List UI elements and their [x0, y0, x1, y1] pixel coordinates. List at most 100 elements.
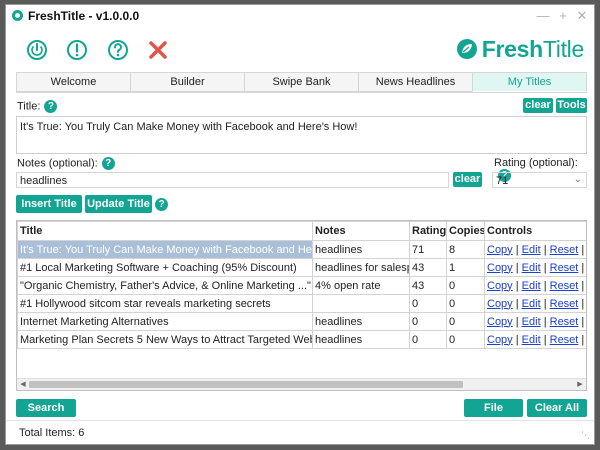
edit-link[interactable]: Edit [522, 298, 541, 310]
table-row[interactable]: It's True: You Truly Can Make Money with… [17, 240, 587, 259]
app-window: FreshTitle - v1.0.0.0 — + ✕ FreshTitle W… [5, 4, 595, 445]
cell-notes: headlines [312, 240, 410, 259]
reset-link[interactable]: Reset [550, 244, 579, 256]
copy-link[interactable]: Copy [487, 334, 513, 346]
controls-separator: | [512, 315, 522, 328]
reset-link[interactable]: Reset [550, 298, 579, 310]
notes-label: Notes (optional): [17, 157, 98, 170]
copy-link[interactable]: Copy [487, 298, 513, 310]
tab-builder[interactable]: Builder [130, 72, 244, 92]
reset-link[interactable]: Reset [550, 316, 579, 328]
cell-controls: Copy | Edit | Reset | Delete [484, 258, 586, 277]
column-header-controls: Controls [484, 221, 586, 241]
title-clear-button[interactable]: clear [523, 98, 553, 113]
table-row[interactable]: #1 Local Marketing Software + Coaching (… [17, 258, 586, 277]
tab-my-titles[interactable]: My Titles [472, 72, 587, 92]
reset-link[interactable]: Reset [550, 280, 579, 292]
cell-copies: 8 [446, 240, 485, 259]
horizontal-scrollbar[interactable]: ◀ ▶ [17, 378, 586, 390]
resize-grip-icon[interactable]: ⋱ [581, 430, 590, 441]
controls-separator: | [578, 333, 587, 346]
copy-link[interactable]: Copy [487, 244, 513, 256]
title-label: Title: [17, 100, 41, 113]
controls-separator: | [512, 297, 522, 310]
cell-rating: 0 [409, 294, 447, 313]
column-header-copies[interactable]: Copies [446, 221, 485, 241]
cell-notes [312, 294, 410, 313]
controls-separator: | [512, 279, 522, 292]
help-icon[interactable] [107, 39, 129, 61]
column-header-rating[interactable]: Rating [409, 221, 447, 241]
table-row[interactable]: Marketing Plan Secrets 5 New Ways to Att… [17, 330, 587, 349]
update-title-button[interactable]: Update Title [85, 195, 152, 213]
search-button[interactable]: Search [16, 399, 76, 417]
brand-name: FreshTitle [481, 35, 585, 62]
scroll-right-icon[interactable]: ▶ [574, 379, 586, 390]
tools-button[interactable]: Tools [556, 98, 587, 113]
total-items-text: Total Items: 6 [19, 427, 85, 439]
edit-link[interactable]: Edit [522, 334, 541, 346]
cell-title: Marketing Plan Secrets 5 New Ways to Att… [17, 330, 313, 349]
cell-notes: 4% open rate [312, 276, 410, 295]
copy-link[interactable]: Copy [487, 280, 513, 292]
copy-link[interactable]: Copy [487, 316, 513, 328]
power-icon[interactable] [26, 39, 48, 61]
cell-copies: 1 [446, 258, 485, 277]
scrollbar-thumb[interactable] [29, 381, 463, 388]
tab-swipe-bank[interactable]: Swipe Bank [244, 72, 358, 92]
cell-rating: 0 [409, 330, 447, 349]
cell-title: #1 Local Marketing Software + Coaching (… [17, 258, 313, 277]
controls-separator: | [540, 333, 550, 346]
controls-separator: | [540, 315, 550, 328]
title-help-icon[interactable]: ? [44, 100, 58, 113]
tab-bar: Welcome Builder Swipe Bank News Headline… [16, 72, 587, 93]
cell-title: It's True: You Truly Can Make Money with… [17, 240, 313, 259]
controls-separator: | [540, 279, 550, 292]
close-window-icon[interactable]: ✕ [575, 8, 589, 24]
cell-copies: 0 [446, 294, 485, 313]
title-bar: FreshTitle - v1.0.0.0 — + ✕ [6, 5, 594, 27]
alert-icon[interactable] [66, 39, 88, 61]
cell-rating: 0 [409, 312, 447, 331]
actions-help-icon[interactable]: ? [155, 198, 168, 211]
edit-link[interactable]: Edit [522, 280, 541, 292]
title-textarea[interactable]: It's True: You Truly Can Make Money with… [16, 116, 587, 154]
cell-controls: Copy | Edit | Reset | Delete [484, 312, 586, 331]
copy-link[interactable]: Copy [487, 262, 513, 274]
controls-separator: | [540, 261, 550, 274]
edit-link[interactable]: Edit [522, 244, 541, 256]
reset-link[interactable]: Reset [550, 262, 579, 274]
notes-help-icon[interactable]: ? [101, 157, 115, 170]
reset-link[interactable]: Reset [550, 334, 579, 346]
title-label-row: Title:? [17, 100, 58, 113]
maximize-icon[interactable]: + [556, 8, 570, 23]
notes-input[interactable]: headlines [16, 172, 449, 188]
cell-notes: headlines [312, 330, 410, 349]
table-row[interactable]: "Organic Chemistry, Father's Advice, & O… [17, 276, 587, 295]
cell-copies: 0 [446, 312, 485, 331]
cell-controls: Copy | Edit | Reset | Delete [484, 330, 587, 349]
cell-title: #1 Hollywood sitcom star reveals marketi… [17, 294, 313, 313]
controls-separator: | [578, 243, 587, 256]
table-header-row: Title Notes Rating Copies Controls [17, 221, 586, 241]
controls-separator: | [578, 279, 587, 292]
delete-icon[interactable] [147, 39, 169, 61]
table-row[interactable]: Internet Marketing Alternatives headlines… [17, 312, 586, 331]
scroll-left-icon[interactable]: ◀ [17, 379, 29, 390]
rating-select[interactable]: 71 ⌄ [492, 172, 587, 188]
controls-separator: | [540, 297, 550, 310]
cell-rating: 43 [409, 276, 447, 295]
clear-all-button[interactable]: Clear All [527, 399, 587, 417]
file-button[interactable]: File [464, 399, 523, 417]
tab-welcome[interactable]: Welcome [16, 72, 130, 92]
column-header-title[interactable]: Title [17, 221, 313, 241]
table-row[interactable]: #1 Hollywood sitcom star reveals marketi… [17, 294, 586, 313]
edit-link[interactable]: Edit [522, 316, 541, 328]
insert-title-button[interactable]: Insert Title [16, 195, 82, 213]
column-header-notes[interactable]: Notes [312, 221, 410, 241]
notes-clear-button[interactable]: clear [453, 172, 482, 187]
brand-logo: FreshTitle [456, 35, 584, 63]
tab-news-headlines[interactable]: News Headlines [358, 72, 472, 92]
minimize-icon[interactable]: — [536, 8, 550, 23]
edit-link[interactable]: Edit [522, 262, 541, 274]
